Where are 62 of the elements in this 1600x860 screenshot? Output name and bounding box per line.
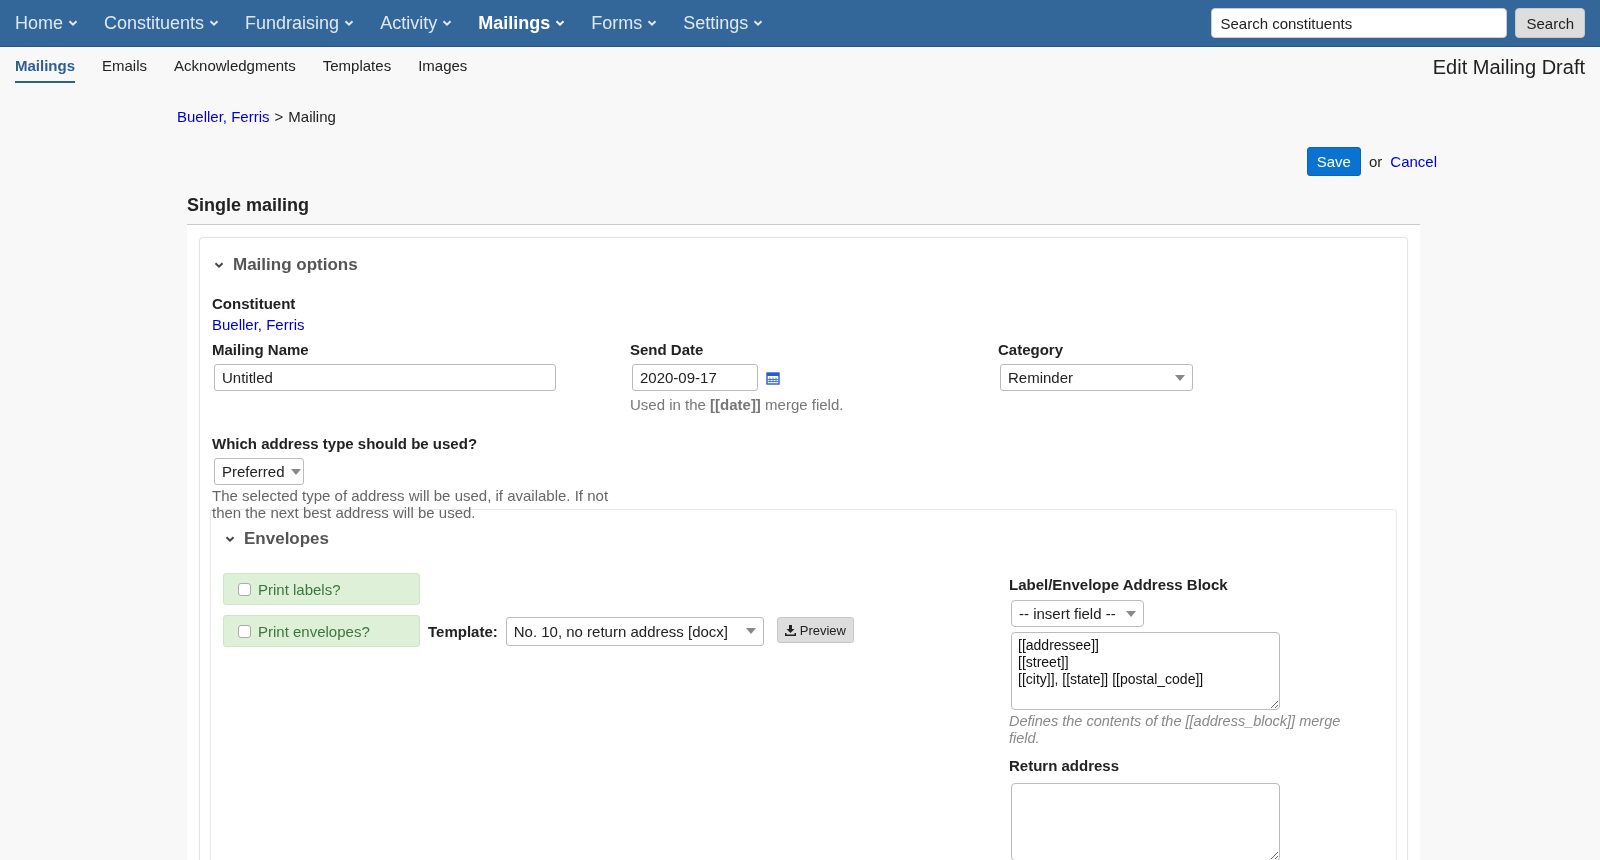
field-label: Template: [428,622,498,640]
field-label: Category [998,341,1065,358]
search-button[interactable]: Search [1515,8,1585,38]
constituent-link[interactable]: Bueller, Ferris [212,316,1395,333]
checkbox-option[interactable]: Print labels? [223,573,420,605]
send-date-field[interactable]: 2020-09-17 [632,364,758,391]
card-title: Single mailing [187,184,1420,225]
nav-menu-item[interactable]: Forms [591,12,658,34]
sub-nav-tab[interactable]: Acknowledgments [174,57,296,83]
sub-nav-tab[interactable]: Templates [322,57,392,83]
field-label: Send Date [630,341,705,358]
calendar-icon[interactable] [766,370,780,385]
caret-icon [745,628,756,634]
return-address-field[interactable] [1011,783,1280,860]
sub-nav-tab[interactable]: Images [418,57,468,83]
nav-menu-item[interactable]: Constituents [104,12,220,34]
caret-icon [1175,374,1185,381]
cancel-link[interactable]: Cancel [1390,153,1437,170]
nav-menu-item[interactable]: Fundraising [245,12,355,34]
nav-menu-item[interactable]: Activity [380,12,453,34]
preview-button[interactable]: Preview [776,617,854,643]
field-label: Mailing Name [212,341,310,358]
caret-icon [1126,610,1136,617]
section-title: Envelopes [244,529,330,549]
address-block-field[interactable]: [[addressee]] [[street]] [[city]], [[state]] [[postal_code]] [1011,632,1280,710]
chevron-down-icon [209,18,220,28]
template-select[interactable]: No. 10, no return address [docx] [505,616,764,646]
checkbox[interactable] [238,624,251,638]
address-type-select[interactable]: Preferred [214,458,304,485]
chevron-down-icon [753,18,764,28]
field-hint: Defines the contents of the [[address_block]] merge field. [1009,713,1342,747]
chevron-down-icon [344,18,355,28]
nav-menu-item[interactable]: Settings [683,12,764,34]
field-label: Return address [1009,757,1121,774]
caret-icon [290,468,301,475]
or-text: or [1368,153,1383,170]
checkbox-option[interactable]: Print envelopes? [223,615,420,647]
insert-field-select[interactable]: -- insert field -- [1011,600,1144,627]
sub-nav-tab[interactable]: Mailings [15,57,75,83]
chevron-down-icon [442,18,453,28]
breadcrumb-link[interactable]: Bueller, Ferris [177,108,270,128]
field-label: Label/Envelope Address Block [1009,576,1229,593]
breadcrumb-separator: > [274,108,284,127]
chevron-down-icon [555,18,566,28]
chevron-down-icon [647,18,658,28]
help-text: The selected type of address will be used, if available. If not then the next best address will be used. [212,487,610,521]
chevron-down-icon [68,18,78,28]
field-label: Which address type should be used? [212,435,479,452]
breadcrumb-current: Mailing [288,108,336,127]
field-label: Constituent [212,295,297,312]
nav-menu-item[interactable]: Home [15,12,78,34]
mailing-name-field[interactable]: Untitled [214,364,556,391]
checkbox[interactable] [238,582,251,596]
field-hint: Used in the [[date]] merge field. [630,396,845,413]
nav-menu-item[interactable]: Mailings [478,12,566,34]
search-field[interactable]: Search constituents [1211,8,1508,38]
section-title: Mailing options [233,255,358,275]
sub-nav-tab[interactable]: Emails [102,57,148,83]
download-icon [784,624,796,636]
save-button[interactable]: Save [1306,147,1361,176]
page-title: Edit Mailing Draft [1432,56,1585,79]
category-select[interactable]: Reminder [1000,364,1193,391]
